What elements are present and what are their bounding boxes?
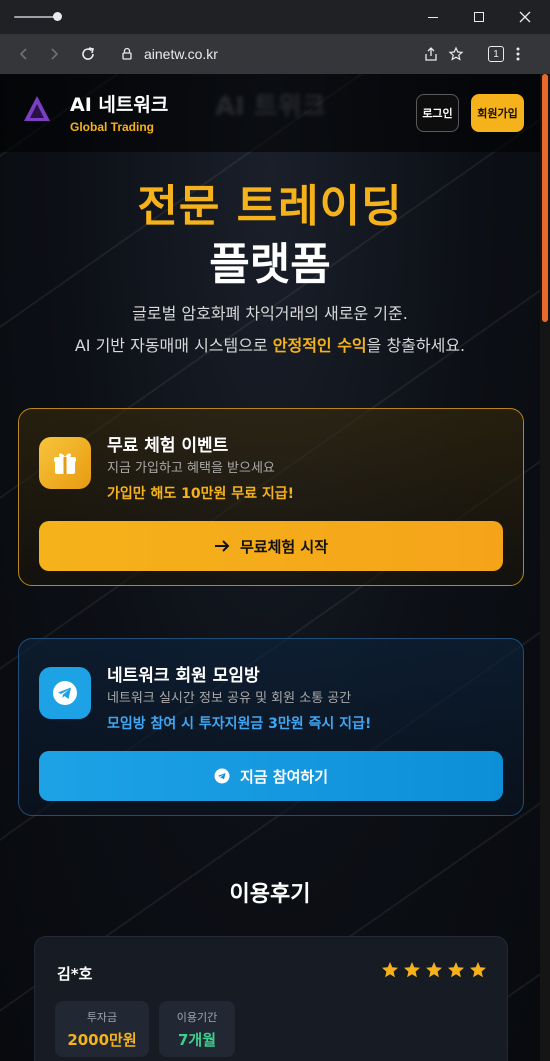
- free-trial-event-card: 무료 체험 이벤트 지금 가입하고 혜택을 받으세요 가입만 해도 10만원 무…: [18, 408, 524, 586]
- hero-desc-highlight: 안정적인 수익: [272, 336, 367, 355]
- investment-value: 2000만원: [67, 1030, 137, 1049]
- address-bar[interactable]: ainetw.co.kr 1: [110, 40, 525, 68]
- investment-label: 투자금: [86, 1010, 118, 1024]
- reviews-section-title: 이용후기: [229, 882, 311, 907]
- star-icon: [382, 962, 398, 978]
- arrow-right-icon: [214, 540, 230, 552]
- star-icon: [404, 962, 420, 978]
- brand-name[interactable]: AI 네트워크: [70, 90, 168, 117]
- logo-icon[interactable]: [22, 94, 52, 124]
- reviewer-name: 김*호: [57, 965, 93, 983]
- start-free-trial-label: 무료체험 시작: [239, 537, 329, 556]
- browser-toolbar: ainetw.co.kr 1: [0, 34, 550, 74]
- join-now-label: 지금 참여하기: [239, 767, 329, 786]
- forward-button[interactable]: [42, 42, 66, 66]
- page-scrollbar[interactable]: [540, 74, 550, 1061]
- telegram-icon: [39, 667, 91, 719]
- site-info-icon[interactable]: [120, 47, 134, 61]
- tab-search-slider[interactable]: [14, 12, 62, 21]
- tab-count: 1: [493, 48, 499, 60]
- reload-icon: [82, 47, 94, 60]
- event-card-subtitle: 지금 가입하고 혜택을 받으세요: [107, 461, 275, 476]
- maximize-icon: [474, 12, 484, 22]
- hero-title-line2: 플랫폼: [209, 239, 331, 290]
- hero-description-line2: AI 기반 자동매매 시스템으로 안정적인 수익을 창출하세요.: [0, 332, 540, 356]
- share-icon[interactable]: [423, 46, 439, 62]
- star-icon: [448, 962, 464, 978]
- chatroom-card-subtitle: 네트워크 실시간 정보 공유 및 회원 소통 공간: [107, 691, 352, 706]
- chatroom-card-highlight: 모임방 참여 시 투자지원금 3만원 즉시 지급!: [107, 716, 372, 732]
- usage-period-value: 7개월: [177, 1030, 217, 1049]
- member-chatroom-card: 네트워크 회원 모임방 네트워크 실시간 정보 공유 및 회원 소통 공간 모임…: [18, 638, 524, 816]
- reload-button[interactable]: [76, 42, 100, 66]
- brand-subtitle: Global Trading: [70, 120, 155, 134]
- event-card-highlight: 가입만 해도 10만원 무료 지급!: [107, 486, 295, 502]
- menu-dots-icon[interactable]: [515, 46, 521, 62]
- back-button[interactable]: [12, 42, 36, 66]
- telegram-small-icon: [214, 768, 230, 784]
- hero-desc-pre: AI 기반 자동매매 시스템으로: [74, 336, 273, 355]
- blurred-brand-text: AI 트위크: [215, 92, 326, 122]
- close-button[interactable]: [502, 0, 548, 34]
- hero-title-line1: 전문 트레이딩: [137, 181, 403, 232]
- signup-button[interactable]: 회원가입: [471, 94, 524, 132]
- start-free-trial-button[interactable]: 무료체험 시작: [39, 521, 503, 571]
- star-icon: [426, 962, 442, 978]
- maximize-button[interactable]: [456, 0, 502, 34]
- star-icon: [470, 962, 486, 978]
- minimize-icon: [428, 16, 438, 18]
- minimize-button[interactable]: [410, 0, 456, 34]
- login-button[interactable]: 로그인: [416, 94, 459, 132]
- gift-icon: [39, 437, 91, 489]
- hero-desc-post: 을 창출하세요.: [366, 336, 466, 355]
- hero-description-line1: 글로벌 암호화폐 차익거래의 새로운 기준.: [132, 304, 408, 323]
- review-card: 김*호 투자금 2000만원 이용기간 7개월: [34, 936, 508, 1061]
- back-arrow-icon: [19, 48, 27, 60]
- join-now-button[interactable]: 지금 참여하기: [39, 751, 503, 801]
- usage-period-label: 이용기간: [176, 1010, 218, 1024]
- event-card-title: 무료 체험 이벤트: [107, 436, 229, 456]
- page-content: AI 네트워크 Global Trading AI 트위크 로그인 회원가입 전…: [0, 74, 540, 1061]
- site-header: AI 네트워크 Global Trading AI 트위크 로그인 회원가입: [0, 74, 540, 152]
- usage-period-stat: 이용기간 7개월: [159, 1001, 235, 1057]
- rating-stars: [381, 961, 487, 979]
- scrollbar-thumb[interactable]: [542, 74, 548, 322]
- address-url: ainetw.co.kr: [144, 46, 218, 62]
- tab-count-button[interactable]: 1: [488, 46, 504, 62]
- bookmark-star-icon[interactable]: [448, 46, 464, 62]
- close-icon: [519, 11, 531, 23]
- chatroom-card-title: 네트워크 회원 모임방: [107, 666, 260, 686]
- forward-arrow-icon: [51, 48, 59, 60]
- window-titlebar: [0, 0, 550, 34]
- investment-stat: 투자금 2000만원: [55, 1001, 149, 1057]
